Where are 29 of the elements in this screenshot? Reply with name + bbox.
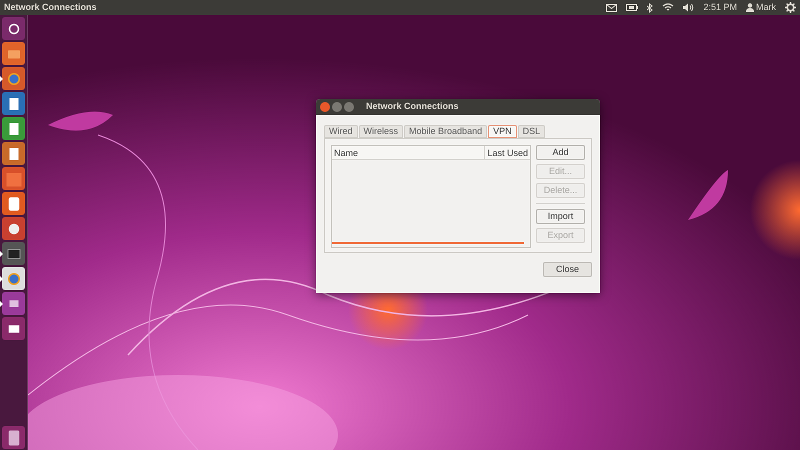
mail-icon[interactable] — [606, 4, 618, 12]
app-title: Network Connections — [4, 0, 97, 14]
column-header[interactable]: Last Used — [484, 146, 530, 159]
battery-icon[interactable] — [626, 4, 638, 11]
volume-icon[interactable] — [683, 3, 694, 12]
settings-icon[interactable] — [785, 2, 796, 13]
circle-logo-launcher[interactable] — [2, 17, 25, 40]
close-button[interactable]: Close — [543, 262, 592, 277]
trash-launcher[interactable] — [2, 426, 25, 449]
terminal-launcher[interactable] — [2, 242, 25, 265]
window-title: Network Connections — [366, 100, 459, 114]
user-name[interactable]: Mark — [756, 0, 776, 14]
minimize-button[interactable] — [332, 102, 342, 112]
tab[interactable]: VPN — [488, 125, 517, 138]
column-header[interactable]: Name — [332, 146, 484, 159]
close-window-button[interactable] — [320, 102, 330, 112]
tab[interactable]: Mobile Broadband — [404, 125, 488, 138]
user-icon — [746, 3, 754, 12]
document-launcher[interactable] — [2, 92, 25, 115]
tab[interactable]: DSL — [518, 125, 546, 138]
dialog-button[interactable]: Import — [536, 209, 585, 224]
dialog-button[interactable]: Add — [536, 145, 585, 160]
tab[interactable]: Wireless — [358, 125, 404, 138]
wifi-icon[interactable] — [662, 3, 674, 12]
bluetooth-icon[interactable] — [647, 2, 654, 12]
clock[interactable]: 2:51 PM — [703, 0, 737, 14]
maximize-button[interactable] — [344, 102, 354, 112]
tab[interactable]: Wired — [324, 125, 358, 138]
globe-launcher[interactable] — [2, 267, 25, 290]
